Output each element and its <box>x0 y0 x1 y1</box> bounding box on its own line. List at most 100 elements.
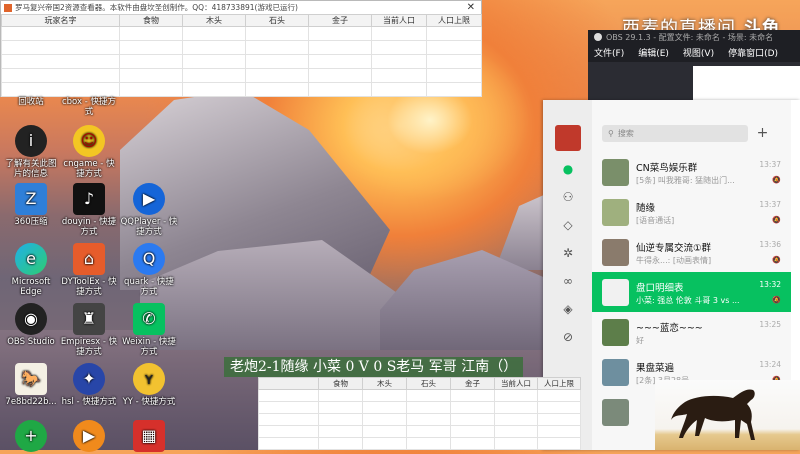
edge-icon: e <box>15 243 47 275</box>
desktop-icon-360zip[interactable]: Z 360压缩 <box>2 183 60 227</box>
planet-icon: ✦ <box>73 363 105 395</box>
chat-item[interactable]: CN菜鸟娱乐群 [5条] 叫我雅哥: 猛随出门... 13:37 🔕 <box>592 152 791 192</box>
quark-icon: Q <box>133 243 165 275</box>
desktop-icon-quark[interactable]: Qquark - 快捷方式 <box>120 243 178 297</box>
table-row[interactable] <box>1 40 482 55</box>
column-header[interactable]: 金子 <box>450 377 495 390</box>
desktop-icon-cbox[interactable]: cbox - 快捷方式 <box>60 97 118 117</box>
chat-time: 13:36 <box>759 240 781 249</box>
add-button[interactable]: + <box>754 125 771 142</box>
desktop-icon-empiresx[interactable]: ♜ Empiresx - 快捷方式 <box>60 303 118 357</box>
desktop-icon-douyin[interactable]: ♪ douyin - 快捷方式 <box>60 183 118 237</box>
tiktok-icon: ♪ <box>73 183 105 215</box>
menu-edit[interactable]: 编辑(E) <box>638 46 669 59</box>
chat-name: ~~~蓝恋~~~ <box>636 323 703 334</box>
search-input[interactable]: ⚲ 搜索 <box>602 125 748 142</box>
column-header[interactable]: 当前人口 <box>371 14 427 27</box>
search-icon: ⚲ <box>608 129 614 138</box>
table-row[interactable] <box>1 82 482 97</box>
chat-preview: 牛得永...: [动画表情] <box>636 256 712 265</box>
channels-icon[interactable]: ∞ <box>560 274 576 288</box>
column-header[interactable]: 玩家名字 <box>1 14 120 27</box>
mini-program-icon[interactable]: ⊘ <box>560 330 576 344</box>
table-row[interactable] <box>258 389 581 402</box>
spreadsheet-window[interactable]: 食物 木头 石头 金子 当前人口 人口上限 <box>258 377 581 450</box>
desktop-icon-yy[interactable]: ʏ YY - 快捷方式 <box>120 363 178 407</box>
desktop-icon-recycle-bin[interactable]: 回收站 <box>2 97 60 107</box>
chat-item[interactable]: 随缘 [语音通话] 13:37 🔕 <box>592 192 791 232</box>
yy-icon: ʏ <box>133 363 165 395</box>
mute-icon: 🔕 <box>772 256 781 264</box>
close-button[interactable]: ✕ <box>467 1 475 14</box>
chat-item[interactable]: 仙逆专属交流①群 牛得永...: [动画表情] 13:36 🔕 <box>592 232 791 272</box>
desktop-icon-red[interactable]: ▦ <box>120 420 178 454</box>
column-header[interactable]: 石头 <box>406 377 451 390</box>
contacts-icon[interactable]: ⚇ <box>560 190 576 204</box>
column-header[interactable]: 木头 <box>182 14 246 27</box>
column-header[interactable]: 石头 <box>245 14 309 27</box>
table-row[interactable] <box>258 413 581 426</box>
desktop-icon-label: Empiresx - 快捷方式 <box>60 337 118 357</box>
menu-view[interactable]: 视图(V) <box>683 46 714 59</box>
table-row[interactable] <box>258 401 581 414</box>
obs-titlebar[interactable]: OBS 29.1.3 - 配置文件: 未命名 - 场景: 未命名 <box>588 30 800 44</box>
camera-icon: i <box>15 125 47 157</box>
table-row[interactable] <box>1 68 482 83</box>
table-row[interactable] <box>258 425 581 438</box>
obs-preview[interactable] <box>588 62 800 102</box>
desktop-icon-image-file[interactable]: 🐎 7e8bd22b... <box>2 363 60 407</box>
chat-item-selected[interactable]: 盘口明细表 小菜: 强总 伦敦 斗哥 3 vs ... 13:32 🔕 <box>592 272 791 312</box>
avatar[interactable] <box>555 125 581 151</box>
desktop-icon-edge[interactable]: e Microsoft Edge <box>2 243 60 297</box>
moments-icon[interactable]: ✲ <box>560 246 576 260</box>
desktop-icon-hsl[interactable]: ✦ hsl - 快捷方式 <box>60 363 118 407</box>
column-header[interactable]: 当前人口 <box>494 377 538 390</box>
resource-table[interactable]: 玩家名字 食物 木头 石头 金子 当前人口 人口上限 <box>1 14 482 97</box>
favorites-icon[interactable]: ◇ <box>560 218 576 232</box>
column-header[interactable]: 人口上限 <box>537 377 581 390</box>
avatar <box>602 319 629 346</box>
chat-name: 果盘菜遍 <box>636 363 675 374</box>
column-header[interactable]: 金子 <box>308 14 372 27</box>
desktop-icon-green[interactable]: + <box>2 420 60 454</box>
desktop-icon-video[interactable]: ▶ <box>60 420 118 454</box>
desktop-icon-spotlight[interactable]: i 了解有关此图片的信息 <box>2 125 60 179</box>
column-header[interactable]: 食物 <box>119 14 183 27</box>
desktop-icon-cngame[interactable]: ☺ cngame - 快捷方式 <box>60 125 118 179</box>
obs-window[interactable]: OBS 29.1.3 - 配置文件: 未命名 - 场景: 未命名 文件(F) 编… <box>588 30 800 102</box>
column-header[interactable]: 人口上限 <box>426 14 482 27</box>
mute-icon: 🔕 <box>772 216 781 224</box>
desktop-icon-dytoolex[interactable]: ⌂ DYToolEx - 快捷方式 <box>60 243 118 297</box>
chat-icon[interactable]: ● <box>560 162 576 176</box>
horse-image-icon: 🐎 <box>15 363 47 395</box>
play-icon: ▶ <box>133 183 165 215</box>
chat-preview: [5条] 叫我雅哥: 猛随出门... <box>636 176 735 185</box>
desktop-icon-qqplayer[interactable]: ▶ QQPlayer - 快捷方式 <box>120 183 178 237</box>
search-placeholder: 搜索 <box>617 129 634 138</box>
tool-icon: ⌂ <box>73 243 105 275</box>
chat-time: 13:25 <box>759 320 781 329</box>
table-row[interactable] <box>258 437 581 450</box>
chat-preview: [语音通话] <box>636 216 675 225</box>
table-row[interactable] <box>1 54 482 69</box>
column-header[interactable]: 食物 <box>318 377 363 390</box>
smiley-icon: ☺ <box>73 125 105 157</box>
chat-item[interactable]: ~~~蓝恋~~~ 好 13:25 <box>592 312 791 352</box>
column-header[interactable]: 木头 <box>362 377 407 390</box>
chat-time: 13:32 <box>759 280 781 289</box>
desktop-icon-weixin[interactable]: ✆ Weixin - 快捷方式 <box>120 303 178 357</box>
archive-icon: Z <box>15 183 47 215</box>
desktop-icon-obs[interactable]: ◉ OBS Studio <box>2 303 60 347</box>
column-header[interactable] <box>258 377 319 390</box>
window-titlebar[interactable]: 罗马复兴帝国2资源查看器。本软件由盘坎圣创制作。QQ：418733891(游戏已… <box>1 1 481 14</box>
table-row[interactable] <box>1 26 482 41</box>
resource-viewer-window[interactable]: 罗马复兴帝国2资源查看器。本软件由盘坎圣创制作。QQ：418733891(游戏已… <box>0 0 482 97</box>
spreadsheet-table[interactable]: 食物 木头 石头 金子 当前人口 人口上限 <box>258 377 581 450</box>
mute-icon: 🔕 <box>772 296 781 304</box>
avatar <box>602 199 629 226</box>
wechat-icon: ✆ <box>133 303 165 335</box>
menu-file[interactable]: 文件(F) <box>594 46 624 59</box>
menu-docks[interactable]: 停靠窗口(D) <box>728 46 778 59</box>
window-title: 罗马复兴帝国2资源查看器。本软件由盘坎圣创制作。QQ：418733891(游戏已… <box>15 3 298 12</box>
search-feature-icon[interactable]: ◈ <box>560 302 576 316</box>
